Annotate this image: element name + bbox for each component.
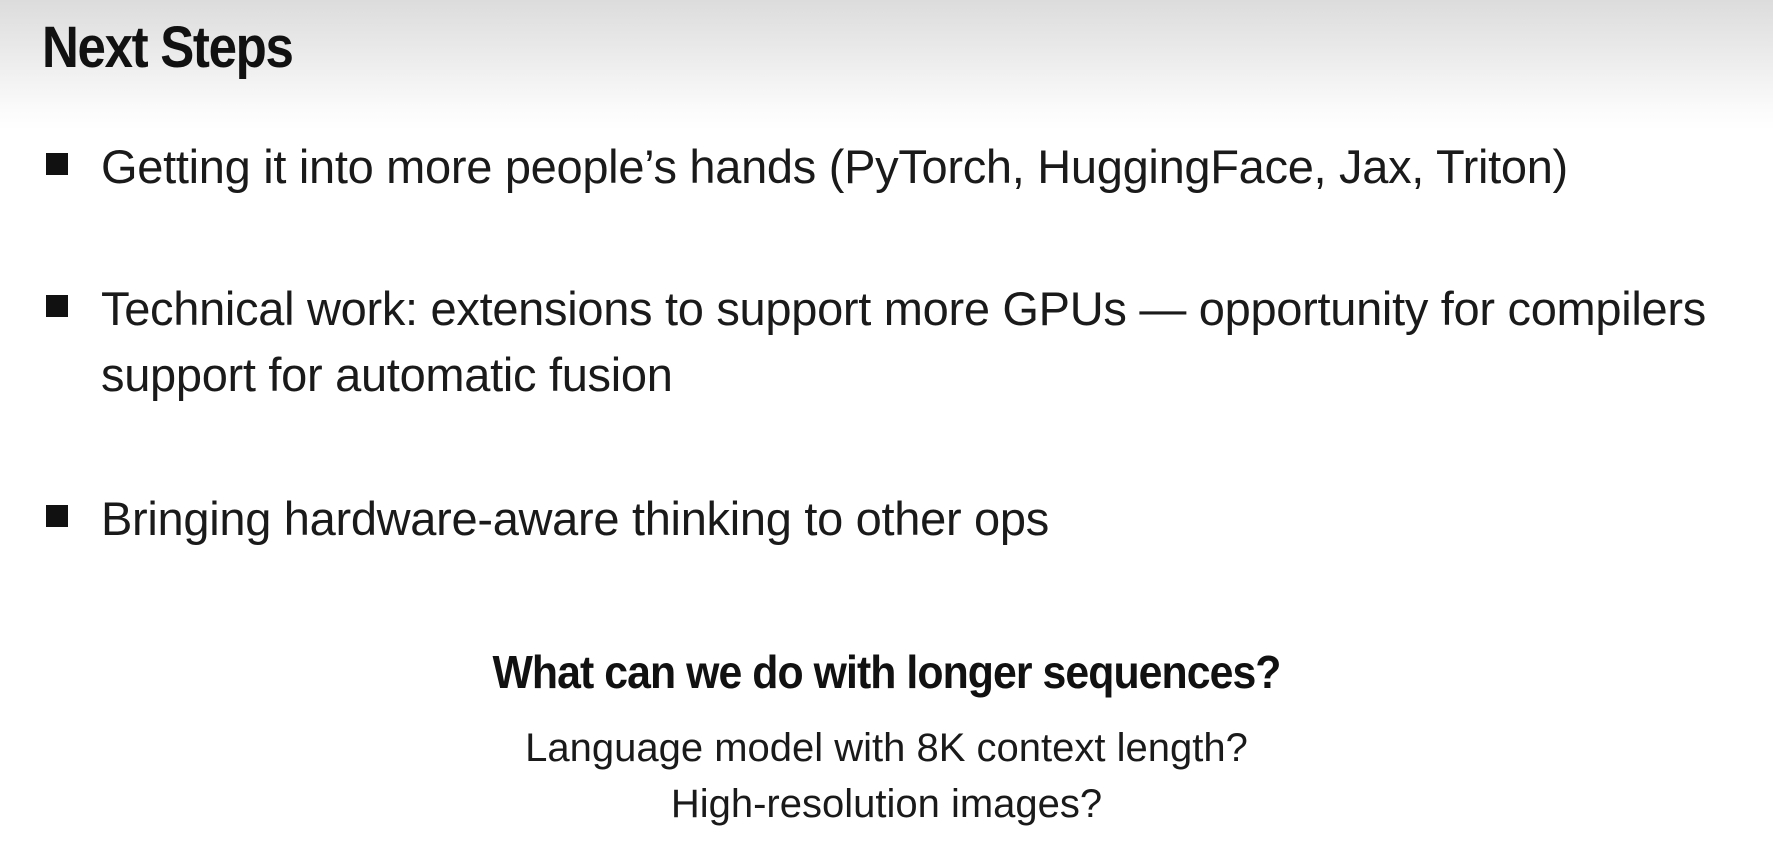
bullet-text: Technical work: extensions to support mo… (101, 282, 1706, 401)
question-heading: What can we do with longer sequences? (492, 646, 1281, 698)
square-bullet-icon (46, 505, 68, 527)
square-bullet-icon (46, 153, 68, 175)
example-list: Language model with 8K context length? H… (0, 720, 1773, 832)
example-line: Language model with 8K context length? (525, 726, 1248, 770)
slide: Next Steps Getting it into more people’s… (0, 0, 1773, 853)
example-line: High-resolution images? (670, 782, 1103, 826)
bullet-text: Getting it into more people’s hands (PyT… (101, 140, 1568, 193)
bullet-text: Bringing hardware-aware thinking to othe… (101, 492, 1049, 545)
square-bullet-icon (46, 295, 68, 317)
slide-title: Next Steps (42, 15, 294, 80)
title-bar: Next Steps (0, 0, 1773, 130)
